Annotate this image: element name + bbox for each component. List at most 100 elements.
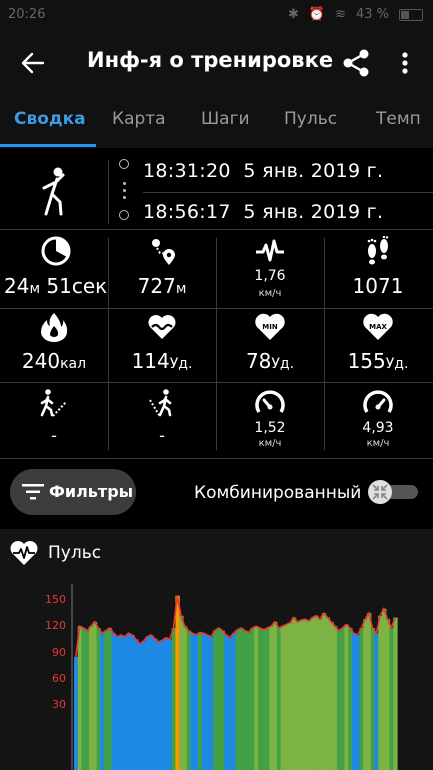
duration-seconds: 51 <box>46 274 72 298</box>
hr-zone-bar <box>385 619 391 770</box>
duration-seconds-unit: сек <box>71 274 108 298</box>
walking-person-icon <box>42 167 65 216</box>
hr-zone-bar <box>100 633 105 770</box>
hr-zone-bar <box>374 633 379 770</box>
hr-zone-bar <box>344 624 349 770</box>
heart-wave-icon <box>148 315 176 339</box>
timeline-dot <box>123 182 126 185</box>
share-icon[interactable] <box>340 47 372 79</box>
end-point-icon <box>119 210 129 220</box>
hr-zone-bar <box>141 641 146 770</box>
avg-speed-unit: км/ч <box>258 288 282 299</box>
more-options-icon[interactable] <box>393 48 417 78</box>
calories-stat: 240кал <box>4 312 104 382</box>
hr-zone-bar <box>160 640 165 770</box>
filters-button[interactable]: Фильтры <box>10 469 136 515</box>
descent-value: - <box>159 426 165 445</box>
hr-zone-bar <box>77 626 83 770</box>
hr-zone-bar <box>197 632 203 770</box>
hr-zone-bar <box>156 642 161 770</box>
hr-zone-bar <box>182 626 188 770</box>
min-heart-rate-unit: Уд. <box>271 356 295 372</box>
hr-zone-bar <box>310 617 315 770</box>
tab-heart-rate[interactable]: Пульс <box>284 109 337 129</box>
hr-zone-bar <box>134 639 139 770</box>
max-heart-rate-unit: Уд. <box>385 356 409 372</box>
toggle-knob <box>368 480 392 504</box>
route-icon <box>152 239 175 265</box>
end-time-row: 18:56:17 5 янв. 2019 г. <box>143 201 383 223</box>
hr-zone-bar <box>164 637 169 770</box>
tab-steps[interactable]: Шаги <box>201 109 250 129</box>
collapse-arrows-icon <box>372 484 388 500</box>
heart-min-icon: MIN <box>255 313 285 340</box>
hr-zone-bar <box>137 643 143 770</box>
heart-rate-chart[interactable] <box>0 529 433 770</box>
duration-minutes-unit: м <box>29 281 41 297</box>
hr-zone-bar <box>351 633 357 770</box>
hr-zone-bar <box>276 628 282 770</box>
hr-zone-bar <box>145 636 150 770</box>
duration-stat: 24м 51сек <box>4 234 108 304</box>
hr-zone-bar <box>115 636 120 770</box>
tab-bar: Сводка Карта Шаги Пульс Темп <box>0 94 433 148</box>
filter-icon <box>22 484 44 500</box>
hr-zone-bar <box>216 628 222 770</box>
hr-zone-bar <box>265 628 270 770</box>
hr-zone-bar <box>303 619 308 770</box>
tab-map[interactable]: Карта <box>112 109 166 129</box>
hr-zone-bar <box>201 633 207 770</box>
hr-zone-bar <box>299 620 304 770</box>
status-time: 20:26 <box>8 7 46 22</box>
hr-zone-bar <box>239 628 244 770</box>
hr-zone-bar <box>355 635 361 770</box>
hr-zone-bar <box>250 628 255 770</box>
min-heart-rate-value: 78 <box>245 349 272 373</box>
hr-zone-bar <box>280 626 285 770</box>
hr-zone-bar <box>348 628 353 770</box>
hr-zone-bar <box>370 628 376 770</box>
hr-zone-bar <box>179 615 184 770</box>
active-tab-indicator <box>0 144 96 147</box>
timer-icon <box>41 236 71 266</box>
hr-zone-bar <box>306 621 312 770</box>
hr-zone-bar <box>231 633 237 770</box>
hr-zone-bar <box>126 633 131 770</box>
wifi-icon: ≋ <box>335 7 346 22</box>
timeline-dot <box>123 189 126 192</box>
max-heart-rate-value: 155 <box>347 349 386 373</box>
tab-summary[interactable]: Сводка <box>14 109 86 129</box>
hr-zone-bar <box>329 621 334 770</box>
avg-speed-value: 1,76 <box>254 268 286 284</box>
calories-value: 240 <box>21 349 61 373</box>
hr-zone-bar <box>224 635 229 770</box>
hr-zone-bar <box>389 628 394 770</box>
avg-heart-rate-value: 114 <box>131 349 170 373</box>
back-arrow-icon[interactable] <box>18 48 48 78</box>
distance-unit: м <box>175 281 187 297</box>
start-point-icon <box>119 159 129 169</box>
flame-icon <box>41 313 68 342</box>
distance-stat: 727м <box>112 234 212 304</box>
hr-zone-bar <box>291 617 297 770</box>
footprints-icon <box>367 236 389 265</box>
tab-pace[interactable]: Темп <box>376 109 421 129</box>
start-date: 5 янв. 2019 г. <box>243 160 384 182</box>
filters-label: Фильтры <box>49 482 134 501</box>
hr-zone-bar <box>393 617 398 770</box>
hr-zone-bar <box>107 628 113 770</box>
hr-zone-bar <box>171 628 177 770</box>
combined-toggle[interactable] <box>368 480 420 504</box>
calories-unit: кал <box>60 356 87 372</box>
max-heart-rate-stat: MAX 155Уд. <box>328 312 428 382</box>
min-badge-text: MIN <box>262 323 278 331</box>
hr-zone-bar <box>119 635 124 770</box>
heart-max-icon: MAX <box>363 313 393 340</box>
steps-value: 1071 <box>352 274 404 298</box>
start-time: 18:31:20 <box>143 160 231 182</box>
hr-zone-bar <box>340 628 346 770</box>
hr-zone-bar <box>149 635 154 770</box>
hr-zone-bar <box>284 624 289 770</box>
duration-minutes: 24 <box>4 274 30 298</box>
page-title: Инф-я о тренировке <box>87 48 334 72</box>
